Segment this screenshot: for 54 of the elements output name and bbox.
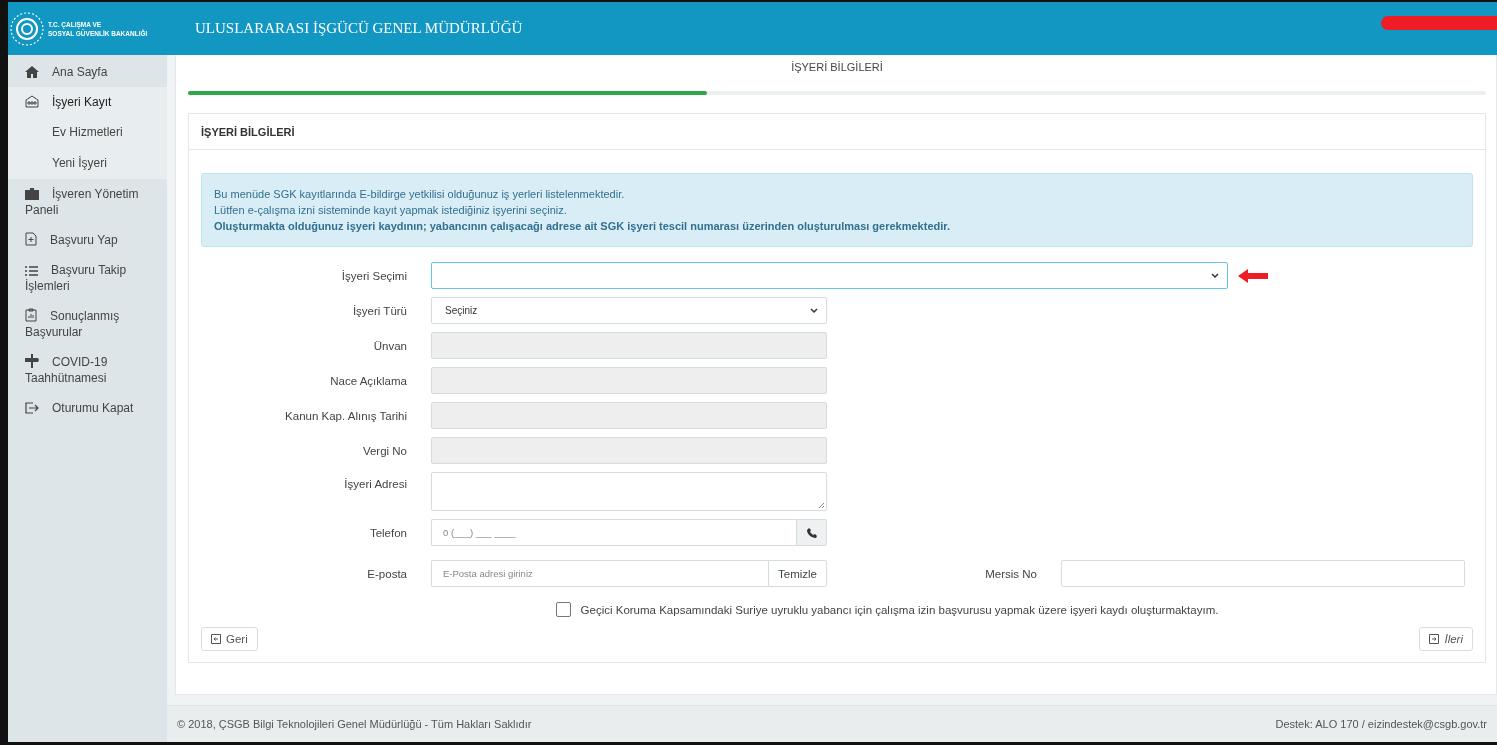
info-text: Lütfen e-çalışma izni sisteminde kayıt yapmak istediğiniz işyerini seçiniz.: [214, 203, 568, 218]
sidebar-item[interactable]: Başvuru Yap: [8, 225, 167, 255]
mersis-field[interactable]: [1061, 560, 1465, 587]
sidebar-item[interactable]: Başvuru Takip İşlemleri: [8, 255, 167, 301]
field-label: Mersis No: [985, 567, 1037, 580]
email-field[interactable]: E-Posta adresi giriniz: [431, 560, 768, 587]
field-label: Nace Açıklama: [330, 374, 407, 387]
chevron-icon: [1211, 272, 1219, 279]
field-label: Ünvan: [373, 339, 407, 352]
list-icon: [25, 266, 38, 276]
address-field[interactable]: [431, 472, 827, 511]
checkbox[interactable]: [555, 602, 571, 617]
sidebar-item[interactable]: İşyeri Kayıt: [8, 87, 167, 117]
field-label: Vergi No: [362, 444, 407, 457]
select-field[interactable]: Seçiniz: [431, 297, 827, 324]
clipboard-icon: [25, 308, 37, 322]
phone-field[interactable]: 0 (___) ___ ____: [431, 519, 796, 546]
field-label: İşyeri Türü: [352, 304, 407, 317]
step-title: İŞYERİ BİLGİLERİ: [790, 60, 884, 75]
arrow-right-icon: [1429, 634, 1440, 644]
briefcase-icon: [25, 188, 39, 200]
house-icon: [25, 66, 39, 78]
building-icon: [25, 95, 39, 108]
signpost-icon: [25, 354, 39, 368]
arrow-left-icon: [211, 634, 221, 644]
field-label: İşyeri Adresi: [344, 477, 407, 490]
sidebar-item[interactable]: COVID-19 Taahhütnamesi: [8, 347, 167, 393]
info-text: Bu menüde SGK kayıtlarında E-bildirge yetkilisi olduğunuz iş yerleri listelenmektedir.: [214, 187, 626, 202]
sidebar-item[interactable]: Ana Sayfa: [8, 57, 167, 87]
emblem-icon: [10, 11, 44, 46]
checkbox-label: Geçici Koruma Kapsamındaki Suriye uyruklu yabancı için çalışma izin başvurusu yapmak üzere işyeri kaydı oluşturmaktayım.: [580, 603, 1219, 616]
sidebar-item[interactable]: İşveren Yönetim Paneli: [8, 179, 167, 225]
chevron-icon: [810, 307, 818, 314]
clear-button[interactable]: Temizle: [768, 560, 827, 587]
field-label: Telefon: [369, 526, 407, 539]
next-button[interactable]: İleri: [1419, 627, 1473, 651]
copyright-text: © 2018, ÇSGB Bilgi Teknolojileri Genel Müdürlüğü - Tüm Hakları Saklıdır: [177, 718, 532, 730]
sidebar-item[interactable]: Sonuçlanmış Başvurular: [8, 301, 167, 347]
phone-icon: [806, 527, 817, 538]
info-text: Oluşturmakta olduğunuz işyeri kaydının; yabancının çalışacağı adrese ait SGK işyeri tescil numarası üzerinden oluşturulması gerekmektedir.: [214, 219, 952, 234]
resize-grip-icon[interactable]: [818, 502, 825, 509]
select-field[interactable]: [431, 262, 1228, 289]
document-icon: [25, 232, 37, 246]
sidebar-item[interactable]: Oturumu Kapat: [8, 393, 167, 423]
sidebar-subitem[interactable]: Yeni İşyeri: [8, 148, 167, 179]
sidebar-subitem[interactable]: Ev Hizmetleri: [8, 117, 167, 148]
field-label: İşyeri Seçimi: [341, 269, 407, 282]
site-title: ULUSLARARASI İŞGÜCÜ GENEL MÜDÜRLÜĞÜ: [195, 20, 523, 37]
back-button[interactable]: Geri: [201, 627, 258, 651]
support-text: Destek: ALO 170 / eizindestek@csgb.gov.tr: [1275, 718, 1487, 730]
field-label: E-posta: [367, 567, 407, 580]
field-label: Kanun Kap. Alınış Tarihi: [285, 409, 407, 422]
card-title: İŞYERİ BİLGİLERİ: [201, 126, 295, 138]
logout-icon: [25, 402, 39, 414]
